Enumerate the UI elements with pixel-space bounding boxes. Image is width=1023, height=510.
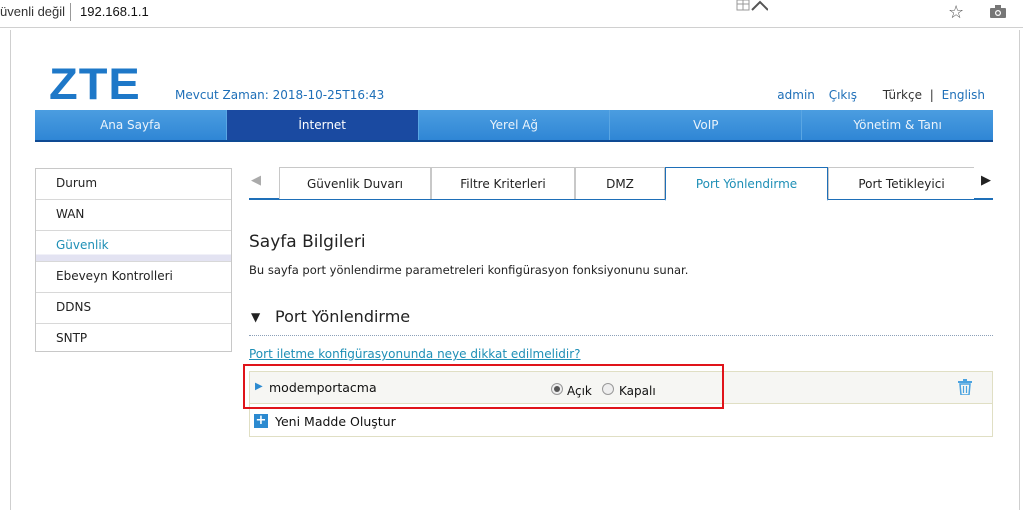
plus-icon[interactable]: +: [254, 414, 268, 428]
nav-yerel-ag[interactable]: Yerel Ağ: [419, 110, 611, 140]
page-description: Bu sayfa port yönlendirme parametreleri …: [249, 263, 689, 277]
section-header[interactable]: ▼ Port Yönlendirme: [249, 306, 993, 336]
zte-logo: ZTE: [49, 58, 141, 109]
nav-yonetim-tani[interactable]: Yönetim & Tanı: [802, 110, 993, 140]
camera-icon[interactable]: [990, 5, 1006, 18]
top-links: admin Çıkış Türkçe | English: [767, 88, 985, 102]
sidebar-item-wan[interactable]: WAN: [36, 200, 231, 231]
url-field[interactable]: 192.168.1.1: [80, 4, 149, 19]
security-indicator[interactable]: üvenli değil: [0, 4, 65, 19]
nav-ana-sayfa[interactable]: Ana Sayfa: [35, 110, 227, 140]
lang-english[interactable]: English: [942, 88, 985, 102]
highlight-box: [243, 364, 724, 409]
sidebar-item-durum[interactable]: Durum: [36, 169, 231, 200]
tab-port-tetikleyici[interactable]: Port Tetikleyici: [828, 167, 974, 199]
address-separator: [70, 3, 71, 21]
section-title: Port Yönlendirme: [275, 307, 411, 326]
tab-filtre-kriterleri[interactable]: Filtre Kriterleri: [431, 167, 575, 199]
tab-scroll-left-icon[interactable]: ◀: [251, 173, 261, 188]
tab-guvenlik-duvari[interactable]: Güvenlik Duvarı: [279, 167, 431, 199]
add-new-row[interactable]: + Yeni Madde Oluştur: [250, 407, 992, 437]
lang-turkish[interactable]: Türkçe: [883, 88, 922, 102]
tab-port-yonlendirme[interactable]: Port Yönlendirme: [665, 167, 828, 201]
help-link[interactable]: Port iletme konfigürasyonunda neye dikka…: [249, 347, 581, 361]
translate-icon[interactable]: [736, 0, 768, 12]
lang-separator: |: [929, 88, 934, 102]
browser-address-bar: üvenli değil 192.168.1.1 ☆: [0, 0, 1023, 28]
tab-dmz[interactable]: DMZ: [575, 167, 665, 199]
sidebar-item-guvenlik[interactable]: Güvenlik: [36, 231, 231, 262]
bookmark-star-icon[interactable]: ☆: [948, 2, 964, 23]
sub-tabs: ◀ Güvenlik Duvarı Filtre Kriterleri DMZ …: [249, 167, 993, 201]
tab-scroll-right-icon[interactable]: ▶: [981, 173, 991, 188]
sidebar: Durum WAN Güvenlik Ebeveyn Kontrolleri D…: [35, 168, 232, 352]
sidebar-item-ddns[interactable]: DDNS: [36, 293, 231, 324]
nav-internet[interactable]: İnternet: [226, 110, 419, 140]
collapse-triangle-icon[interactable]: ▼: [251, 310, 260, 324]
logout-link[interactable]: Çıkış: [829, 88, 857, 102]
page-title: Sayfa Bilgileri: [249, 232, 366, 252]
nav-voip[interactable]: VoIP: [610, 110, 803, 140]
add-new-label[interactable]: Yeni Madde Oluştur: [275, 414, 396, 429]
sidebar-item-ebeveyn-kontrolleri[interactable]: Ebeveyn Kontrolleri: [36, 262, 231, 293]
trash-icon[interactable]: [958, 379, 972, 395]
main-nav: Ana Sayfa İnternet Yerel Ağ VoIP Yönetim…: [35, 110, 993, 142]
current-time: Mevcut Zaman: 2018-10-25T16:43: [175, 88, 385, 102]
sidebar-item-sntp[interactable]: SNTP: [36, 324, 231, 355]
admin-link[interactable]: admin: [777, 88, 815, 102]
